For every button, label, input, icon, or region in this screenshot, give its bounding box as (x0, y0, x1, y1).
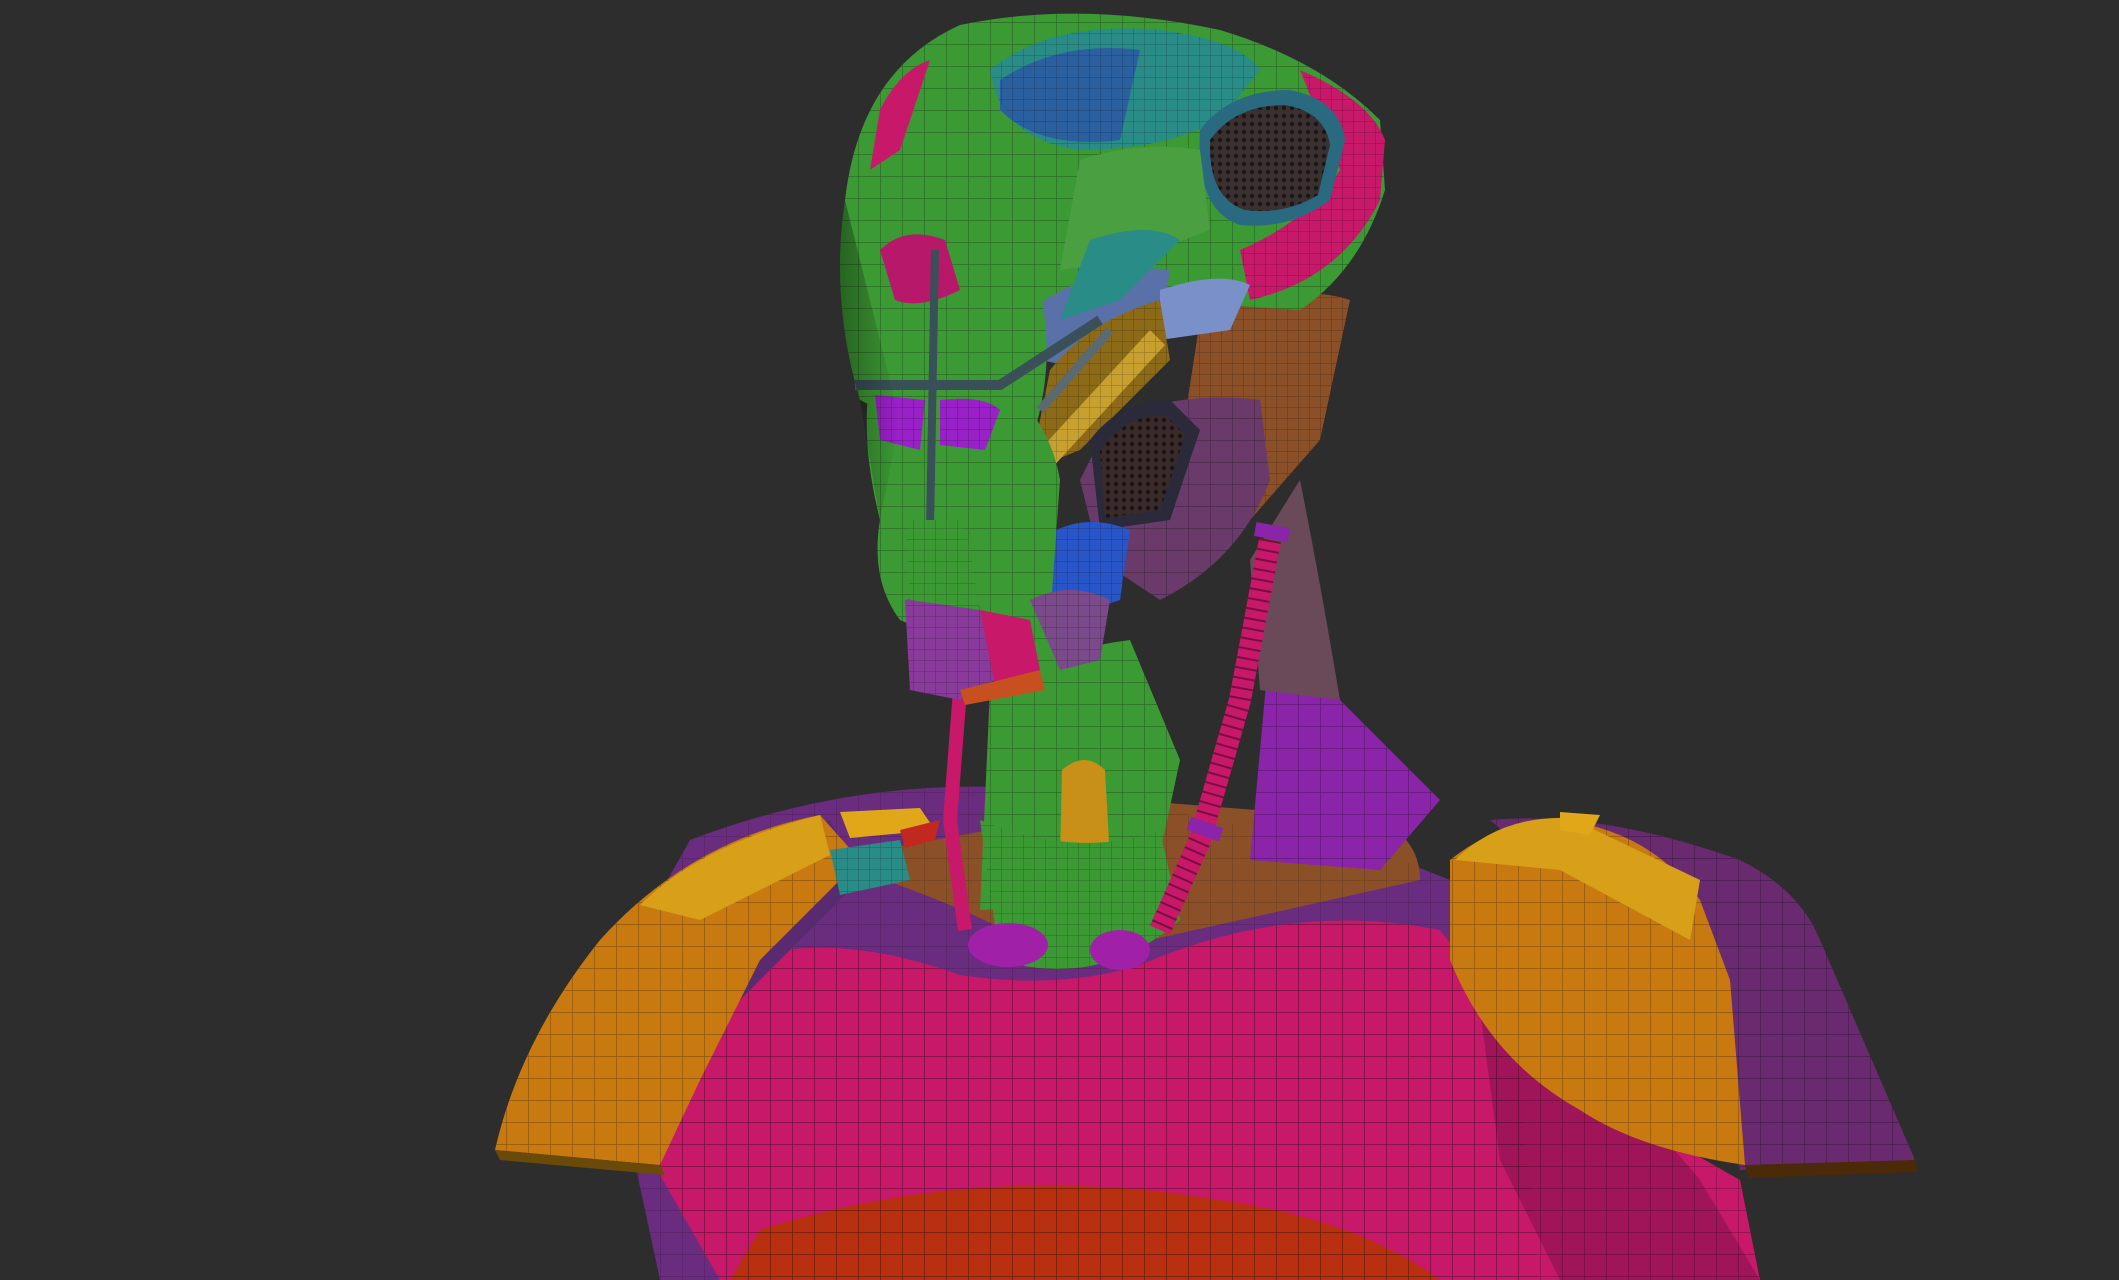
neck-joint-left (968, 923, 1048, 967)
3d-viewport[interactable] (0, 0, 2119, 1280)
robot-bust-model (495, 13, 1918, 1280)
nose-line (926, 249, 939, 531)
neck-joint-right (1090, 930, 1150, 970)
